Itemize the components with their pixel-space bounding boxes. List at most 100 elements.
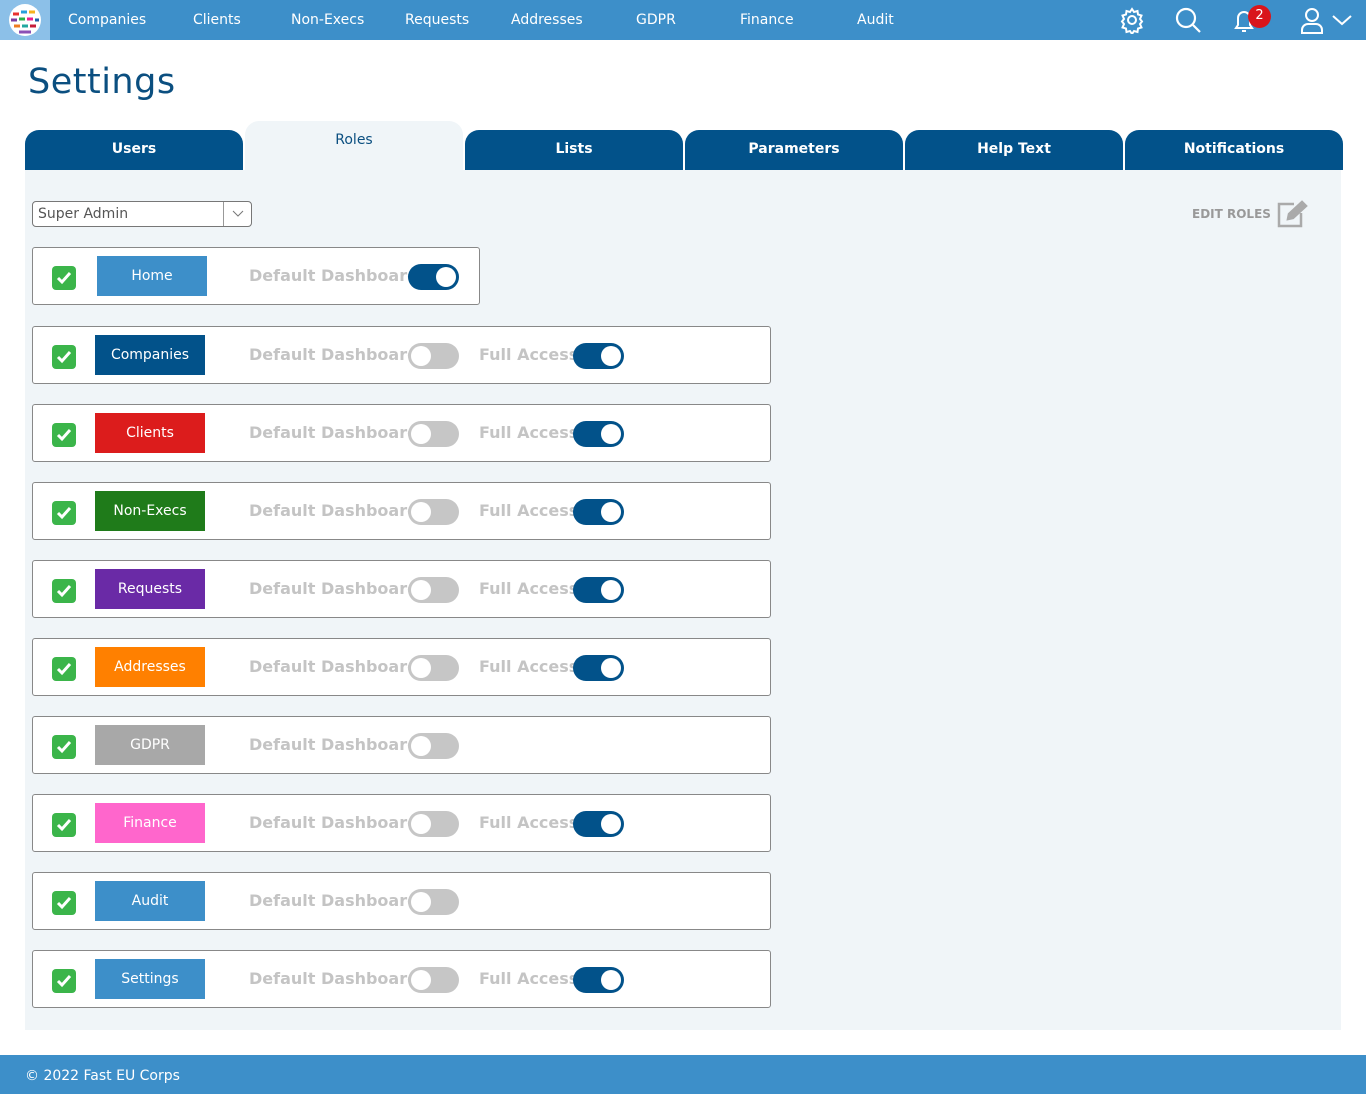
- module-row-home: Home Default Dashboard: [32, 247, 480, 305]
- default-dashboard-label: Default Dashboard: [249, 266, 419, 285]
- copyright-text: © 2022 Fast EU Corps: [25, 1068, 180, 1084]
- search-icon[interactable]: [1174, 6, 1202, 34]
- module-row-requests: Requests Default Dashboard Full Access: [32, 560, 771, 618]
- full-access-toggle[interactable]: [573, 655, 624, 681]
- user-icon[interactable]: [1298, 6, 1326, 34]
- notification-badge: 2: [1248, 5, 1271, 28]
- module-label: Audit: [95, 881, 205, 921]
- module-checkbox[interactable]: [52, 345, 76, 369]
- full-access-label: Full Access: [479, 501, 579, 520]
- role-select[interactable]: Super Admin: [32, 201, 252, 227]
- module-row-finance: Finance Default Dashboard Full Access: [32, 794, 771, 852]
- module-label: Finance: [95, 803, 205, 843]
- nav-finance[interactable]: Finance: [740, 0, 794, 40]
- full-access-toggle[interactable]: [573, 967, 624, 993]
- check-icon: [56, 585, 72, 598]
- full-access-toggle[interactable]: [573, 577, 624, 603]
- module-row-companies: Companies Default Dashboard Full Access: [32, 326, 771, 384]
- check-icon: [56, 975, 72, 988]
- app-logo[interactable]: [0, 0, 50, 40]
- tab-roles[interactable]: Roles: [245, 121, 463, 170]
- default-dashboard-toggle[interactable]: [408, 421, 459, 447]
- module-checkbox[interactable]: [52, 813, 76, 837]
- edit-icon[interactable]: [1276, 200, 1308, 228]
- full-access-toggle[interactable]: [573, 421, 624, 447]
- nav-audit[interactable]: Audit: [857, 0, 894, 40]
- module-label: GDPR: [95, 725, 205, 765]
- module-checkbox[interactable]: [52, 579, 76, 603]
- module-row-settings: Settings Default Dashboard Full Access: [32, 950, 771, 1008]
- nav-requests[interactable]: Requests: [405, 0, 469, 40]
- check-icon: [56, 819, 72, 832]
- module-checkbox[interactable]: [52, 969, 76, 993]
- default-dashboard-label: Default Dashboard: [249, 891, 419, 910]
- default-dashboard-toggle[interactable]: [408, 889, 459, 915]
- tab-users[interactable]: Users: [25, 130, 243, 170]
- tab-parameters[interactable]: Parameters: [685, 130, 903, 170]
- module-checkbox[interactable]: [52, 735, 76, 759]
- tab-lists[interactable]: Lists: [465, 130, 683, 170]
- full-access-toggle[interactable]: [573, 811, 624, 837]
- module-checkbox[interactable]: [52, 266, 76, 290]
- default-dashboard-toggle[interactable]: [408, 967, 459, 993]
- nav-non-execs[interactable]: Non-Execs: [291, 0, 364, 40]
- nav-addresses[interactable]: Addresses: [511, 0, 583, 40]
- module-label: Clients: [95, 413, 205, 453]
- nav-clients[interactable]: Clients: [193, 0, 241, 40]
- chevron-down-icon[interactable]: [1328, 6, 1356, 34]
- nav-companies[interactable]: Companies: [68, 0, 146, 40]
- tab-notifications[interactable]: Notifications: [1125, 130, 1343, 170]
- module-checkbox[interactable]: [52, 657, 76, 681]
- default-dashboard-label: Default Dashboard: [249, 657, 419, 676]
- check-icon: [56, 663, 72, 676]
- default-dashboard-toggle[interactable]: [408, 733, 459, 759]
- module-label: Settings: [95, 959, 205, 999]
- default-dashboard-label: Default Dashboard: [249, 501, 419, 520]
- role-select-value: Super Admin: [38, 206, 129, 222]
- module-label: Home: [97, 256, 207, 296]
- module-row-gdpr: GDPR Default Dashboard: [32, 716, 771, 774]
- default-dashboard-toggle[interactable]: [408, 811, 459, 837]
- module-label: Addresses: [95, 647, 205, 687]
- default-dashboard-label: Default Dashboard: [249, 579, 419, 598]
- module-checkbox[interactable]: [52, 891, 76, 915]
- module-row-non-execs: Non-Execs Default Dashboard Full Access: [32, 482, 771, 540]
- default-dashboard-toggle[interactable]: [408, 499, 459, 525]
- default-dashboard-toggle[interactable]: [408, 577, 459, 603]
- full-access-toggle[interactable]: [573, 499, 624, 525]
- check-icon: [56, 429, 72, 442]
- full-access-label: Full Access: [479, 579, 579, 598]
- footer: © 2022 Fast EU Corps: [0, 1055, 1366, 1094]
- full-access-label: Full Access: [479, 813, 579, 832]
- module-label: Non-Execs: [95, 491, 205, 531]
- module-row-clients: Clients Default Dashboard Full Access: [32, 404, 771, 462]
- default-dashboard-label: Default Dashboard: [249, 969, 419, 988]
- full-access-label: Full Access: [479, 345, 579, 364]
- full-access-label: Full Access: [479, 423, 579, 442]
- check-icon: [56, 351, 72, 364]
- check-icon: [56, 272, 72, 285]
- full-access-toggle[interactable]: [573, 343, 624, 369]
- default-dashboard-toggle[interactable]: [408, 264, 459, 290]
- chevron-down-icon[interactable]: [223, 202, 251, 226]
- gear-icon[interactable]: [1118, 6, 1146, 34]
- default-dashboard-label: Default Dashboard: [249, 345, 419, 364]
- nav-gdpr[interactable]: GDPR: [636, 0, 676, 40]
- module-row-addresses: Addresses Default Dashboard Full Access: [32, 638, 771, 696]
- default-dashboard-label: Default Dashboard: [249, 735, 419, 754]
- edit-roles-label[interactable]: EDIT ROLES: [1192, 207, 1271, 221]
- check-icon: [56, 897, 72, 910]
- default-dashboard-label: Default Dashboard: [249, 423, 419, 442]
- module-checkbox[interactable]: [52, 501, 76, 525]
- default-dashboard-toggle[interactable]: [408, 655, 459, 681]
- module-checkbox[interactable]: [52, 423, 76, 447]
- module-row-audit: Audit Default Dashboard: [32, 872, 771, 930]
- top-navbar: Companies Clients Non-Execs Requests Add…: [0, 0, 1366, 40]
- default-dashboard-toggle[interactable]: [408, 343, 459, 369]
- check-icon: [56, 507, 72, 520]
- tab-help-text[interactable]: Help Text: [905, 130, 1123, 170]
- full-access-label: Full Access: [479, 657, 579, 676]
- full-access-label: Full Access: [479, 969, 579, 988]
- default-dashboard-label: Default Dashboard: [249, 813, 419, 832]
- page-title: Settings: [28, 62, 176, 102]
